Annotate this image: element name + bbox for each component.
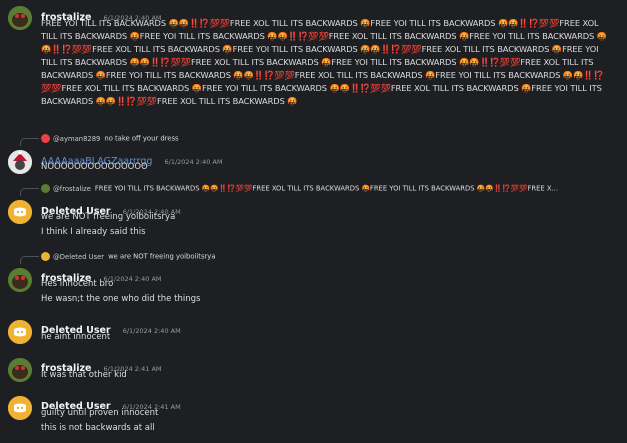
timestamp: 6/1/2024 2:40 AM xyxy=(164,158,223,166)
message-text: Hes innocent bro xyxy=(41,279,114,289)
discord-logo-icon[interactable] xyxy=(8,200,32,224)
message-text: guilty until proven innocent xyxy=(41,408,159,418)
reply-connector xyxy=(20,256,39,264)
santa-avatar-icon[interactable] xyxy=(8,150,32,174)
message-text: It was that other kid xyxy=(41,370,127,380)
discord-logo-icon[interactable] xyxy=(8,320,32,344)
reply-preview[interactable]: @ayman8289 no take off your dress xyxy=(41,134,179,145)
reply-text: FREE YOI TILL ITS BACKWARDS 🤬🤬‼️⁉️💯💯FREE… xyxy=(94,184,558,193)
frog-avatar-icon[interactable] xyxy=(8,358,32,382)
discord-logo-icon xyxy=(41,252,50,261)
discord-logo-icon[interactable] xyxy=(8,396,32,420)
message-text: NOOOOOOOOOOOOOOO xyxy=(41,162,148,172)
reply-text: no take off your dress xyxy=(104,134,179,143)
reply-preview[interactable]: @Deleted User we are NOT freeing yoiboiit… xyxy=(41,252,216,263)
reply-text: we are NOT freeing yoiboiitsrya xyxy=(108,252,216,261)
message-text: I think I already said this xyxy=(41,227,146,237)
reply-connector xyxy=(20,188,39,196)
reply-author: @Deleted User xyxy=(53,252,105,261)
reply-author: @ayman8289 xyxy=(53,134,101,143)
frog-avatar-icon[interactable] xyxy=(8,268,32,292)
message-text: we are NOT freeing yoiboiitsrya xyxy=(41,212,176,222)
discord-logo-icon xyxy=(41,134,50,143)
message-text: this is not backwards at all xyxy=(41,423,155,433)
message-text: He wasn;t the one who did the things xyxy=(41,294,201,304)
reply-author: @frostalize xyxy=(53,184,91,193)
message-text: FREE YOI TILL ITS BACKWARDS 🤬🤬‼️⁉️💯💯FREE… xyxy=(41,18,607,106)
frog-avatar-icon xyxy=(41,184,50,193)
message-text: he aint innocent xyxy=(41,332,111,342)
chat-log: frostalize 6/1/2024 2:40 AM FREE YOI TIL… xyxy=(0,0,627,443)
reply-preview[interactable]: @frostalize FREE YOI TILL ITS BACKWARDS 🤬… xyxy=(41,184,611,195)
timestamp: 6/1/2024 2:40 AM xyxy=(122,327,181,335)
frog-avatar-icon[interactable] xyxy=(8,6,32,30)
reply-connector xyxy=(20,138,39,146)
